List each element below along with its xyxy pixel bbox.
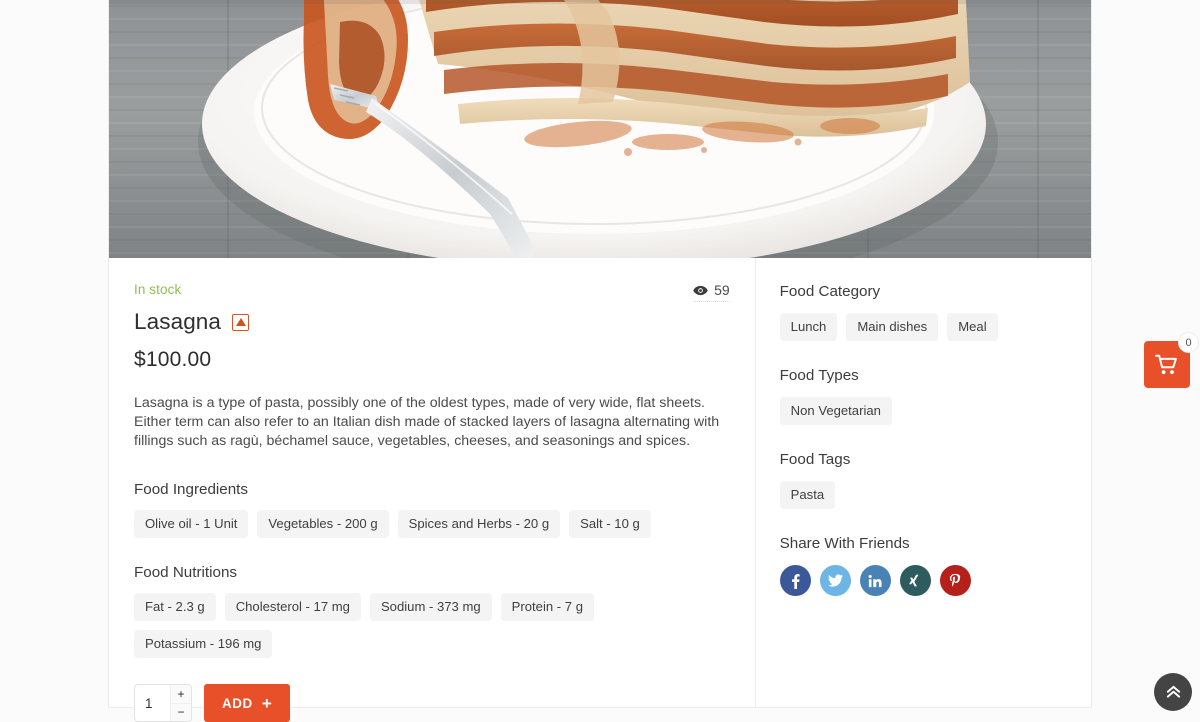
floating-cart-button[interactable]: 0 [1144,332,1199,388]
types-heading: Food Types [779,367,859,385]
product-main-column: In stock 59 Lasagna $100.00 Lasagna is a… [109,258,755,722]
nutrition-chip: Protein - 7 g [500,593,594,622]
twitter-glyph [827,574,843,587]
non-vegetarian-icon [232,313,250,331]
share-heading: Share With Friends [779,535,910,553]
stock-status: In stock [134,282,182,297]
nutrition-chip: Potassium - 196 mg [134,630,273,659]
ingredients-heading: Food Ingredients [134,481,248,498]
title-row: Lasagna [134,309,730,335]
category-chip[interactable]: Lunch [779,313,838,342]
non-vegetarian-triangle [235,318,246,326]
quantity-decrement-button[interactable]: − [171,702,191,722]
twitter-icon[interactable] [819,565,851,597]
category-chip[interactable]: Meal [947,313,998,342]
nutritions-heading: Food Nutritions [134,564,237,582]
tags-heading: Food Tags [779,451,851,469]
page-title: Lasagna [134,309,222,334]
social-share-row [779,565,1067,597]
pinterest-icon[interactable] [939,565,971,597]
nutrition-chip: Cholesterol - 17 mg [224,593,361,622]
add-to-cart-button[interactable]: ADD + [204,684,291,722]
cart-item-count: 0 [1178,332,1199,353]
quantity-increment-button[interactable]: + [171,685,191,703]
quantity-stepper[interactable]: + − [134,684,192,722]
product-price: $100.00 [134,348,212,371]
shopping-cart-icon [1155,354,1177,374]
linkedin-glyph [868,574,882,587]
types-chip-row: Non Vegetarian [779,397,1067,426]
ingredient-chip: Salt - 10 g [569,510,651,539]
product-detail-card: In stock 59 Lasagna $100.00 Lasagna is a… [108,0,1092,722]
quantity-buttons: + − [170,685,191,722]
category-heading: Food Category [779,283,881,300]
product-description: Lasagna is a type of pasta, possibly one… [134,395,720,449]
views-count: 59 [714,282,730,298]
xing-icon[interactable] [899,565,931,597]
ingredient-chip: Olive oil - 1 Unit [134,510,249,539]
linkedin-icon[interactable] [859,565,891,597]
nutrition-chip: Sodium - 373 mg [369,593,492,622]
add-to-cart-label: ADD [222,695,253,711]
tag-chip[interactable]: Pasta [779,481,836,510]
type-chip[interactable]: Non Vegetarian [779,397,892,426]
eye-icon [693,285,708,295]
category-chip[interactable]: Main dishes [846,313,939,342]
views-counter: 59 [693,282,730,302]
pinterest-glyph [950,573,961,587]
category-chip-row: Lunch Main dishes Meal [779,313,1067,342]
stock-and-views-row: In stock 59 [134,282,730,302]
lasagna-photo-illustration [109,0,1091,258]
facebook-glyph [791,573,800,589]
facebook-icon[interactable] [779,565,811,597]
ingredient-chip: Vegetables - 200 g [257,510,389,539]
xing-glyph [909,574,919,587]
nutritions-chip-row: Fat - 2.3 g Cholesterol - 17 mg Sodium -… [134,593,730,659]
ingredient-chip: Spices and Herbs - 20 g [397,510,561,539]
purchase-row: + − ADD + [134,684,730,722]
nutrition-chip: Fat - 2.3 g [134,593,216,622]
scroll-to-top-button[interactable] [1154,673,1192,711]
ingredients-chip-row: Olive oil - 1 Unit Vegetables - 200 g Sp… [134,510,730,539]
product-hero-image [109,0,1091,258]
quantity-input[interactable] [135,685,170,722]
plus-icon: + [261,693,273,713]
tags-chip-row: Pasta [779,481,1067,510]
product-sidebar: Food Category Lunch Main dishes Meal Foo… [754,258,1091,708]
double-chevron-up-icon [1166,685,1180,698]
product-body: In stock 59 Lasagna $100.00 Lasagna is a… [109,258,1091,722]
